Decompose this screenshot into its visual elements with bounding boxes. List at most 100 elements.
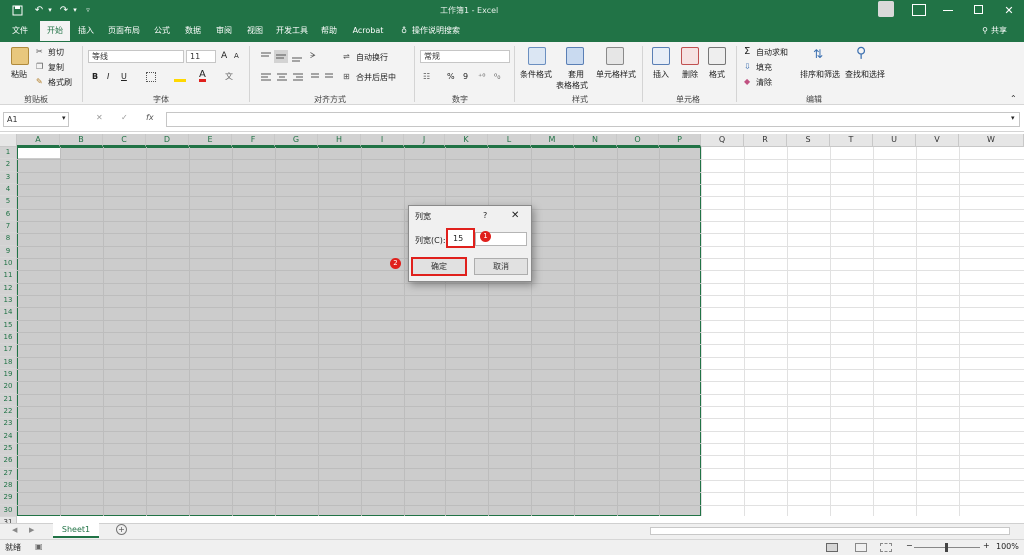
column-header-m[interactable]: M (531, 134, 574, 147)
format-cells-icon[interactable] (708, 47, 726, 65)
row-header-16[interactable]: 16 (0, 331, 17, 345)
row-header-9[interactable]: 9 (0, 245, 17, 258)
insert-function-button[interactable]: fx (146, 113, 154, 122)
percent-button[interactable]: % (447, 72, 455, 81)
wrap-text-button[interactable]: 自动换行 (356, 52, 388, 63)
tab-review[interactable]: 审阅 (210, 21, 238, 41)
column-header-w[interactable]: W (959, 134, 1024, 147)
expand-formula-icon[interactable]: ▾ (1011, 114, 1015, 122)
orientation-icon[interactable]: ᗒ (310, 51, 316, 61)
enter-icon[interactable]: ✓ (121, 113, 128, 122)
delete-cells-button[interactable]: 删除 (682, 69, 698, 80)
sheet-tab-sheet1[interactable]: Sheet1 (53, 523, 99, 538)
page-break-view-icon[interactable] (880, 543, 892, 552)
undo-dropdown-icon[interactable]: ▾ (46, 3, 54, 17)
collapse-ribbon-icon[interactable]: ⌃ (1010, 94, 1017, 103)
help-button[interactable]: ? (483, 211, 487, 220)
row-header-1[interactable]: 1 (0, 147, 17, 160)
column-header-g[interactable]: G (275, 134, 318, 147)
row-header-14[interactable]: 14 (0, 307, 17, 320)
column-header-b[interactable]: B (60, 134, 103, 147)
row-header-6[interactable]: 6 (0, 208, 17, 221)
zoom-in-button[interactable]: + (983, 541, 990, 550)
bold-button[interactable]: B (92, 72, 98, 81)
save-icon[interactable] (10, 3, 24, 17)
font-name-select[interactable]: 等线 (88, 50, 184, 63)
format-cells-button[interactable]: 格式 (709, 69, 725, 80)
column-header-p[interactable]: P (659, 134, 701, 147)
format-painter-button[interactable]: 格式刷 (48, 77, 72, 88)
row-header-30[interactable]: 30 (0, 504, 17, 517)
column-header-r[interactable]: R (744, 134, 787, 147)
row-header-18[interactable]: 18 (0, 356, 17, 369)
row-header-4[interactable]: 4 (0, 183, 17, 197)
minimize-icon[interactable] (943, 10, 953, 11)
row-header-29[interactable]: 29 (0, 492, 17, 505)
row-header-28[interactable]: 28 (0, 479, 17, 493)
font-size-select[interactable]: 11 (186, 50, 216, 63)
cancel-button[interactable]: 取消 (474, 258, 528, 275)
find-select-icon[interactable]: ⚲ (856, 45, 866, 61)
column-header-d[interactable]: D (146, 134, 189, 147)
column-header-s[interactable]: S (787, 134, 830, 147)
column-header-n[interactable]: N (574, 134, 617, 147)
tab-data[interactable]: 数据 (179, 21, 207, 41)
tab-file[interactable]: 文件 (5, 21, 35, 41)
currency-icon[interactable]: ☷ (423, 72, 430, 81)
column-header-e[interactable]: E (189, 134, 232, 147)
close-icon[interactable]: ✕ (511, 210, 519, 221)
tab-help[interactable]: 帮助 (315, 21, 343, 41)
column-header-k[interactable]: K (445, 134, 488, 147)
row-header-21[interactable]: 21 (0, 393, 17, 406)
column-header-a[interactable]: A (17, 134, 60, 147)
row-header-17[interactable]: 17 (0, 344, 17, 357)
tab-view[interactable]: 视图 (241, 21, 269, 41)
column-header-o[interactable]: O (617, 134, 659, 147)
column-header-c[interactable]: C (103, 134, 146, 147)
merge-center-button[interactable]: 合并后居中 (356, 72, 396, 83)
cancel-icon[interactable]: ✕ (96, 113, 103, 122)
tab-formulas[interactable]: 公式 (148, 21, 176, 41)
number-format-select[interactable]: 常规 (420, 50, 510, 63)
customize-qat-icon[interactable]: ▿ (83, 3, 93, 17)
cut-button[interactable]: 剪切 (48, 47, 64, 58)
cell-styles-button[interactable]: 单元格样式 (596, 69, 636, 80)
name-box[interactable]: A1 (3, 112, 69, 127)
normal-view-icon[interactable] (826, 543, 838, 552)
row-header-22[interactable]: 22 (0, 405, 17, 419)
increase-font-icon[interactable]: A (221, 51, 227, 61)
fill-button[interactable]: 填充 (756, 62, 772, 73)
format-as-table-label-2[interactable]: 表格格式 (556, 80, 588, 91)
prev-sheet-icon[interactable]: ◀ (12, 526, 17, 534)
column-header-u[interactable]: U (873, 134, 916, 147)
paste-button[interactable]: 粘贴 (11, 69, 27, 80)
next-sheet-icon[interactable]: ▶ (29, 526, 34, 534)
format-as-table-label-1[interactable]: 套用 (568, 69, 584, 80)
ok-button[interactable]: 确定 (411, 257, 467, 276)
share-button[interactable]: 共享 (991, 21, 1013, 41)
copy-button[interactable]: 复制 (48, 62, 64, 73)
tab-insert[interactable]: 插入 (72, 21, 100, 41)
decrease-decimal-icon[interactable]: ⁰₀ (494, 72, 500, 81)
cell-styles-icon[interactable] (606, 47, 624, 65)
row-header-12[interactable]: 12 (0, 282, 17, 295)
row-header-13[interactable]: 13 (0, 294, 17, 308)
underline-button[interactable]: U (121, 72, 127, 81)
select-all-corner[interactable] (0, 134, 17, 147)
undo-icon[interactable]: ↶ (32, 3, 46, 17)
phonetic-icon[interactable]: 文 (225, 71, 233, 82)
page-layout-view-icon[interactable] (855, 543, 867, 552)
autosum-button[interactable]: 自动求和 (756, 47, 788, 58)
paste-icon[interactable] (11, 47, 29, 65)
zoom-slider-thumb[interactable] (945, 543, 948, 552)
row-header-25[interactable]: 25 (0, 442, 17, 456)
column-header-f[interactable]: F (232, 134, 275, 147)
font-color-icon[interactable]: A (199, 70, 206, 82)
add-sheet-button[interactable]: + (116, 524, 127, 535)
row-header-27[interactable]: 27 (0, 467, 17, 480)
italic-button[interactable]: I (107, 72, 109, 81)
column-header-i[interactable]: I (361, 134, 404, 147)
tab-developer[interactable]: 开发工具 (272, 21, 312, 41)
format-as-table-icon[interactable] (566, 47, 584, 65)
tell-me-search[interactable]: 操作说明搜索 (412, 21, 472, 41)
